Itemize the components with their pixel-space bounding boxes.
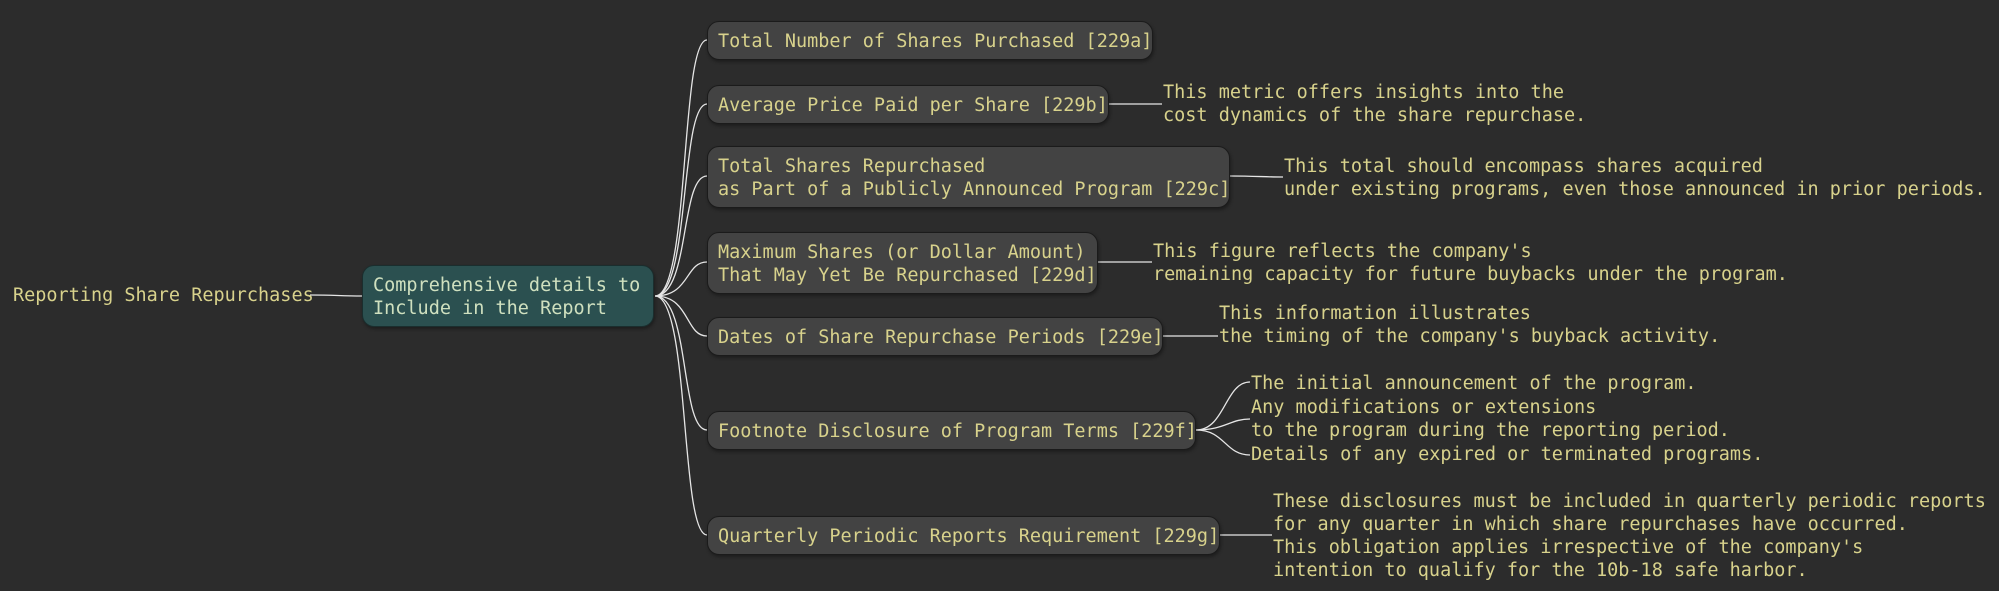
connector-center-229f	[654, 295, 708, 431]
connector-root-center	[309, 294, 363, 297]
note-229b: This metric offers insights into the cos…	[1163, 82, 1587, 126]
connector-center-229a	[654, 39, 708, 297]
note-229c: This total should encompass shares acqui…	[1284, 156, 1986, 200]
note-229f-3: Details of any expired or terminated pro…	[1251, 444, 1764, 465]
root-label: Reporting Share Repurchases	[13, 285, 314, 306]
connector-229f-note3	[1195, 429, 1251, 456]
branch-node-229b: Average Price Paid per Share [229b]	[707, 85, 1109, 124]
note-229g: These disclosures must be included in qu…	[1273, 491, 1986, 581]
center-node: Comprehensive details to Include in the …	[362, 265, 654, 327]
branch-node-229c: Total Shares Repurchased as Part of a Pu…	[707, 146, 1230, 208]
note-229f-2: Any modifications or extensions to the p…	[1251, 397, 1730, 441]
note-229f-1: The initial announcement of the program.	[1251, 373, 1697, 394]
connector-center-229g	[654, 295, 708, 536]
branch-node-229d: Maximum Shares (or Dollar Amount) That M…	[707, 232, 1098, 294]
connector-229c-note	[1229, 175, 1284, 178]
note-229d: This figure reflects the company's remai…	[1153, 241, 1788, 285]
branch-node-229g: Quarterly Periodic Reports Requirement […	[707, 516, 1220, 555]
note-229e: This information illustrates the timing …	[1219, 303, 1721, 347]
branch-node-229a: Total Number of Shares Purchased [229a]	[707, 21, 1153, 60]
branch-node-229e: Dates of Share Repurchase Periods [229e]	[707, 317, 1164, 356]
connector-229f-note1	[1195, 381, 1251, 431]
branch-node-229f: Footnote Disclosure of Program Terms [22…	[707, 411, 1197, 450]
connector-center-229c	[654, 175, 708, 297]
connector-center-229e	[654, 295, 708, 337]
